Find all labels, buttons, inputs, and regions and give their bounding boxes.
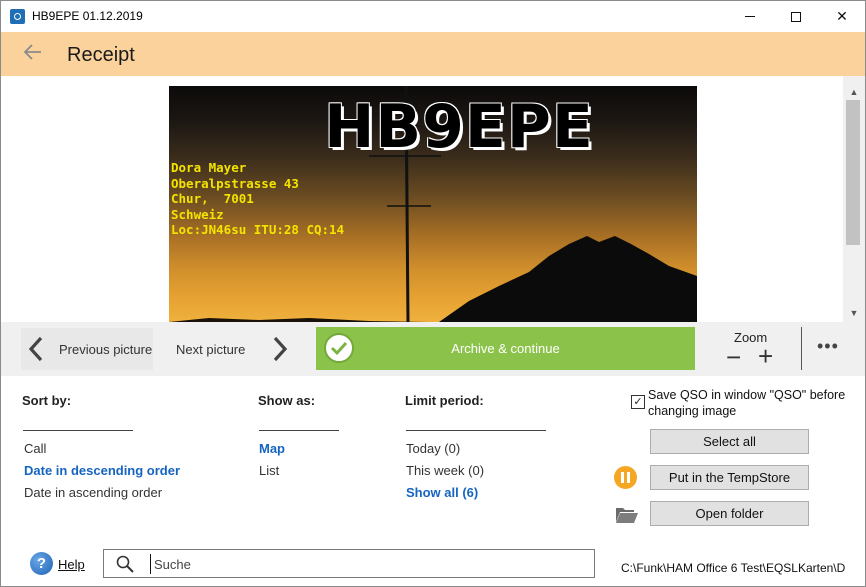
chevron-right-icon xyxy=(274,336,288,362)
more-options-icon[interactable]: ••• xyxy=(817,336,839,357)
scroll-up-arrow-icon[interactable]: ▲ xyxy=(843,84,865,100)
folder-path: C:\Funk\HAM Office 6 Test\EQSLKarten\D xyxy=(621,561,846,575)
page-header: Receipt xyxy=(1,32,865,76)
search-icon xyxy=(116,555,134,573)
search-input[interactable] xyxy=(150,554,580,574)
limit-option-this-week[interactable]: This week (0) xyxy=(406,463,484,478)
card-callsign: HB9EPE xyxy=(324,92,594,162)
select-all-button[interactable]: Select all xyxy=(650,429,809,454)
divider xyxy=(259,430,339,431)
close-icon: ✕ xyxy=(836,8,848,24)
card-address-line: Chur, 7001 xyxy=(171,191,254,206)
previous-picture-label: Previous picture xyxy=(59,341,153,357)
qsl-card-image: HB9EPE Dora Mayer Oberalpstrasse 43 Chur… xyxy=(169,86,697,322)
card-address-line: Loc:JN46su ITU:28 CQ:14 xyxy=(171,222,345,237)
help-link[interactable]: Help xyxy=(58,557,85,572)
vertical-scrollbar[interactable]: ▲ ▼ xyxy=(843,76,865,322)
previous-picture-button[interactable]: Previous picture xyxy=(21,328,153,370)
archive-continue-label: Archive & continue xyxy=(451,341,560,356)
sort-option-call[interactable]: Call xyxy=(24,441,46,456)
show-as-option-list[interactable]: List xyxy=(259,463,279,478)
tempstore-button[interactable]: Put in the TempStore xyxy=(650,465,809,490)
open-folder-button[interactable]: Open folder xyxy=(650,501,809,526)
folder-icon xyxy=(616,508,638,523)
zoom-in-icon[interactable]: + xyxy=(758,343,773,369)
title-bar: HB9EPE 01.12.2019 ✕ xyxy=(1,1,865,32)
chevron-left-icon xyxy=(28,336,43,362)
show-as-heading: Show as: xyxy=(258,393,316,408)
sort-option-date-descending[interactable]: Date in descending order xyxy=(24,463,180,478)
card-address: Dora Mayer Oberalpstrasse 43 Chur, 7001 … xyxy=(171,160,344,238)
page-title: Receipt xyxy=(67,44,135,66)
minimize-button[interactable] xyxy=(727,1,773,32)
minimize-icon xyxy=(745,16,755,17)
arrow-left-icon xyxy=(23,44,41,60)
save-qso-checkbox[interactable]: ✓ xyxy=(631,395,645,409)
limit-option-show-all[interactable]: Show all (6) xyxy=(406,485,478,500)
next-picture-label: Next picture xyxy=(176,341,246,357)
pause-icon xyxy=(614,466,637,489)
search-box[interactable] xyxy=(103,549,595,578)
card-viewer: HB9EPE Dora Mayer Oberalpstrasse 43 Chur… xyxy=(1,76,843,322)
maximize-icon xyxy=(791,11,801,22)
limit-period-heading: Limit period: xyxy=(405,393,484,408)
save-qso-label: Save QSO in window "QSO" before changing… xyxy=(648,388,846,418)
sort-heading: Sort by: xyxy=(22,393,72,408)
scroll-down-arrow-icon[interactable]: ▼ xyxy=(843,305,865,321)
divider xyxy=(801,327,802,370)
archive-continue-button[interactable]: Archive & continue xyxy=(316,327,695,370)
card-address-line: Schweiz xyxy=(171,206,224,222)
limit-option-today[interactable]: Today (0) xyxy=(406,441,460,456)
show-as-option-map[interactable]: Map xyxy=(259,441,285,456)
divider xyxy=(23,430,133,431)
divider xyxy=(406,430,546,431)
app-icon xyxy=(10,9,25,24)
navigation-bar: Previous picture Next picture Archive & … xyxy=(1,322,865,376)
app-window: HB9EPE 01.12.2019 ✕ Receipt HB9EPE Dora … xyxy=(0,0,866,587)
close-button[interactable]: ✕ xyxy=(819,1,865,32)
help-icon[interactable]: ? xyxy=(30,552,53,575)
maximize-button[interactable] xyxy=(773,1,819,32)
next-picture-button[interactable]: Next picture xyxy=(171,328,299,370)
back-button[interactable] xyxy=(23,42,43,66)
sort-option-date-ascending[interactable]: Date in ascending order xyxy=(24,485,162,500)
window-title: HB9EPE 01.12.2019 xyxy=(32,9,143,23)
card-address-line: Dora Mayer xyxy=(171,160,247,175)
scroll-thumb[interactable] xyxy=(846,100,860,245)
zoom-out-icon[interactable]: − xyxy=(726,344,741,370)
card-address-line: Oberalpstrasse 43 xyxy=(171,175,299,191)
